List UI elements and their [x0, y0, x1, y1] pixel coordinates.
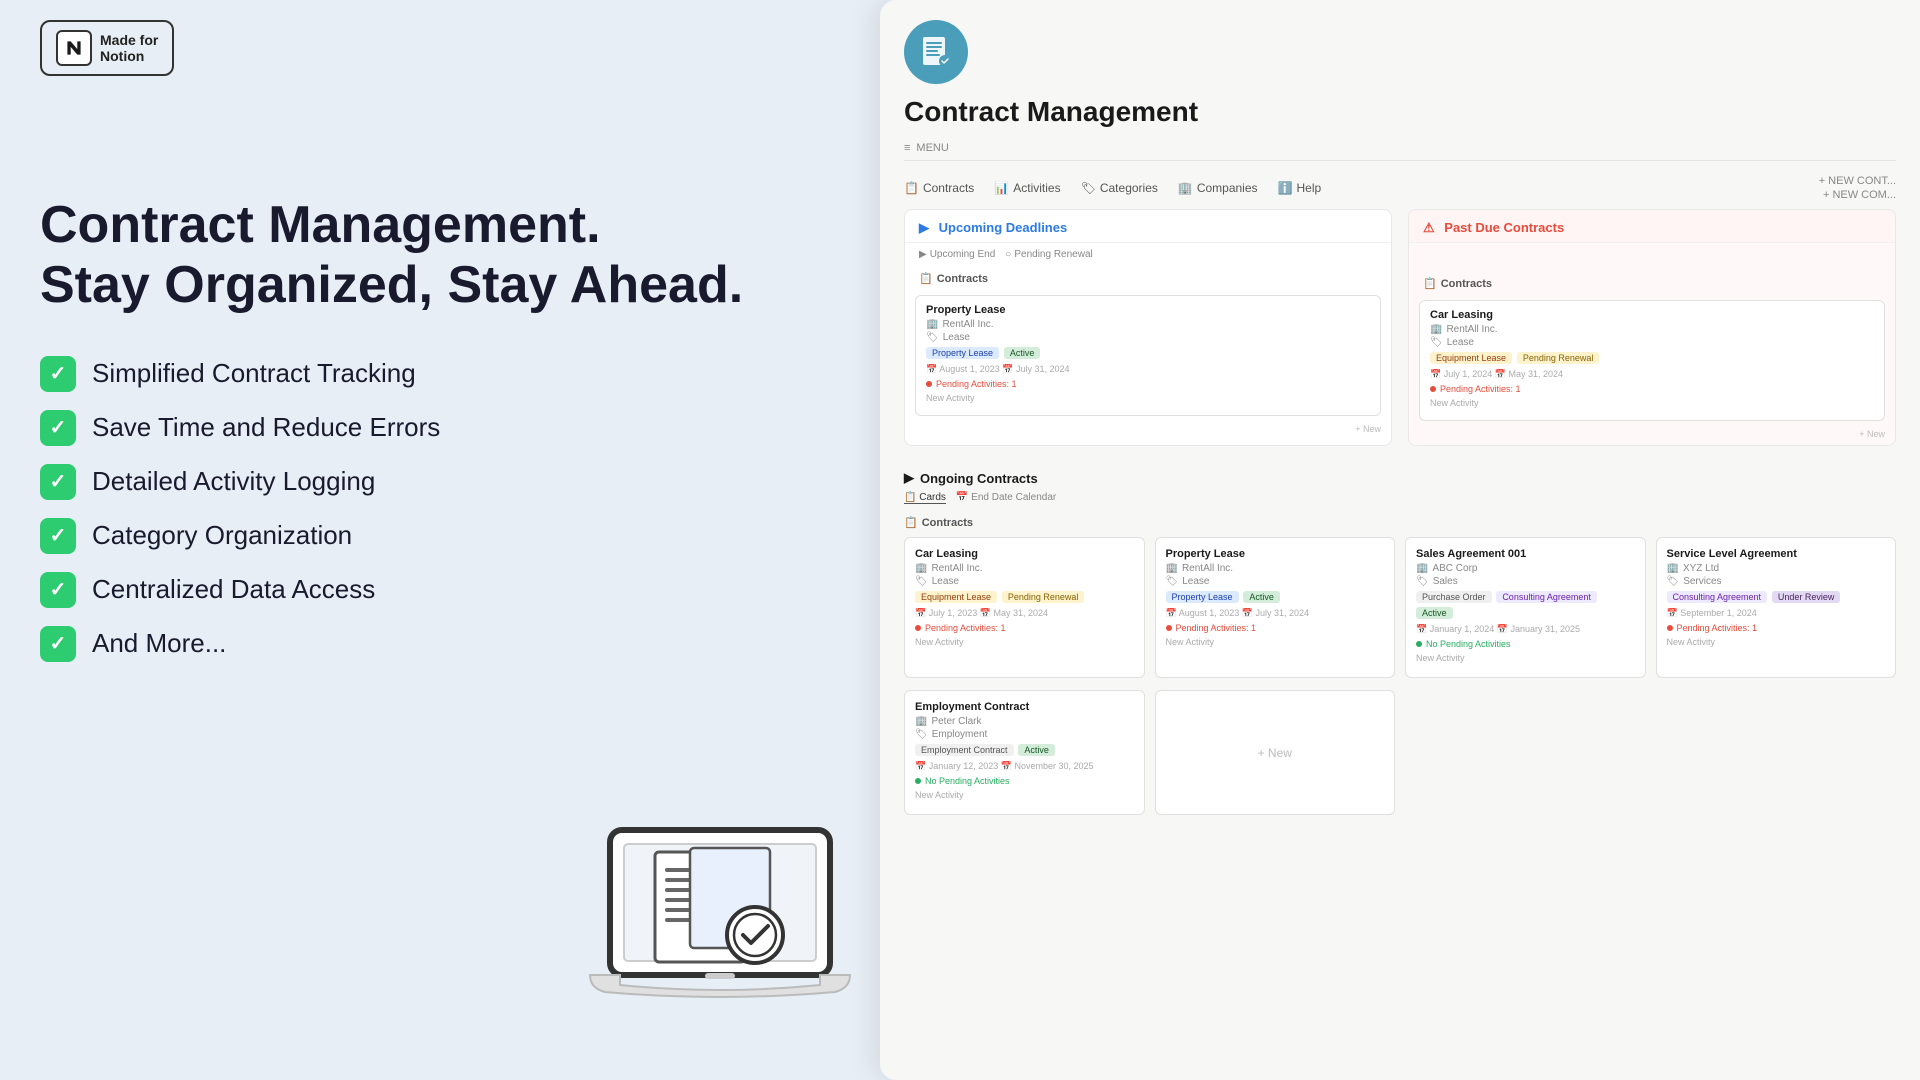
nav-contracts[interactable]: 📋 Contracts — [904, 181, 974, 195]
check-icon-2 — [40, 410, 76, 446]
ongoing-contracts-label: 📋 Contracts — [904, 512, 1896, 537]
ongoing-grid: Car Leasing 🏢 RentAll Inc. 🏷 Lease Equip… — [904, 537, 1896, 678]
past-due-new-btn[interactable]: + New — [1409, 427, 1895, 445]
ongoing-filters: 📋 Cards 📅 End Date Calendar — [904, 492, 1896, 504]
upcoming-new-btn[interactable]: + New — [905, 422, 1391, 440]
nav-links: 📋 Contracts 📊 Activities 🏷 Categories 🏢 … — [904, 169, 1896, 209]
check-icon-1 — [40, 356, 76, 392]
feature-item-6: And More... — [40, 626, 820, 662]
nav-help[interactable]: ℹ️ Help — [1278, 181, 1322, 195]
upcoming-header: ▶ Upcoming Deadlines — [905, 210, 1391, 243]
right-panel: Contract Management ≡ MENU 📋 Contracts 📊… — [880, 0, 1920, 1080]
two-col-section: ▶ Upcoming Deadlines ▶ Upcoming End ○ Pe… — [904, 209, 1896, 446]
feature-item-1: Simplified Contract Tracking — [40, 356, 820, 392]
nav-activities[interactable]: 📊 Activities — [994, 181, 1060, 195]
page-icon — [904, 20, 968, 84]
past-due-contracts-label: 📋 Contracts — [1409, 271, 1895, 294]
notion-header: Contract Management ≡ MENU 📋 Contracts 📊… — [880, 0, 1920, 209]
notion-logo — [56, 30, 92, 66]
ongoing-header: ▶ Ongoing Contracts — [904, 462, 1896, 492]
laptop-illustration — [580, 800, 860, 1020]
check-icon-5 — [40, 572, 76, 608]
content-area: ▶ Upcoming Deadlines ▶ Upcoming End ○ Pe… — [880, 209, 1920, 1080]
ongoing-section: ▶ Ongoing Contracts 📋 Cards 📅 End Date C… — [904, 462, 1896, 815]
headline: Contract Management. Stay Organized, Sta… — [40, 196, 820, 316]
feature-item-5: Centralized Data Access — [40, 572, 820, 608]
check-icon-3 — [40, 464, 76, 500]
past-due-contract-card: Car Leasing 🏢 RentAll Inc. 🏷 Lease Equip… — [1419, 300, 1885, 421]
upcoming-deadlines-card: ▶ Upcoming Deadlines ▶ Upcoming End ○ Pe… — [904, 209, 1392, 446]
badge-text: Made for Notion — [100, 32, 158, 64]
new-contract-buttons: + NEW CONT... + NEW COM... — [1819, 175, 1896, 201]
empty-card: + New — [1155, 690, 1396, 815]
ongoing-card-3: Sales Agreement 001 🏢 ABC Corp 🏷 Sales P… — [1405, 537, 1646, 678]
past-due-card: ⚠ Past Due Contracts 📋 Contracts Car Lea… — [1408, 209, 1896, 446]
notion-badge: Made for Notion — [40, 20, 174, 76]
nav-companies[interactable]: 🏢 Companies — [1178, 181, 1258, 195]
employment-contract-card: Employment Contract 🏢 Peter Clark 🏷 Empl… — [904, 690, 1145, 815]
feature-item-2: Save Time and Reduce Errors — [40, 410, 820, 446]
ongoing-card-4: Service Level Agreement 🏢 XYZ Ltd 🏷 Serv… — [1656, 537, 1897, 678]
feature-item-3: Detailed Activity Logging — [40, 464, 820, 500]
check-icon-6 — [40, 626, 76, 662]
upcoming-contracts-label: 📋 Contracts — [905, 266, 1391, 289]
upcoming-filters: ▶ Upcoming End ○ Pending Renewal — [905, 243, 1391, 266]
upcoming-contract-card: Property Lease 🏢 RentAll Inc. 🏷 Lease Pr… — [915, 295, 1381, 416]
menu-bar: ≡ MENU — [904, 136, 1896, 161]
page-title: Contract Management — [904, 96, 1896, 128]
nav-categories[interactable]: 🏷 Categories — [1081, 181, 1158, 195]
past-due-header: ⚠ Past Due Contracts — [1409, 210, 1895, 243]
ongoing-card-2: Property Lease 🏢 RentAll Inc. 🏷 Lease Pr… — [1155, 537, 1396, 678]
ongoing-card-1: Car Leasing 🏢 RentAll Inc. 🏷 Lease Equip… — [904, 537, 1145, 678]
check-icon-4 — [40, 518, 76, 554]
feature-item-4: Category Organization — [40, 518, 820, 554]
features-list: Simplified Contract Tracking Save Time a… — [40, 356, 820, 662]
left-panel: Made for Notion Contract Management. Sta… — [0, 0, 880, 1080]
